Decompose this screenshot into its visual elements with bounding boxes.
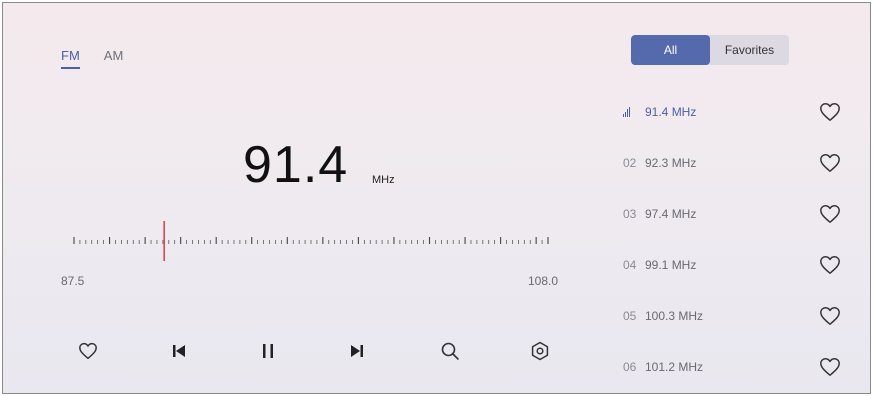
filter-favorites-button[interactable]: Favorites xyxy=(710,35,789,65)
previous-button[interactable] xyxy=(165,337,193,365)
next-button[interactable] xyxy=(343,337,371,365)
heart-icon[interactable] xyxy=(819,305,841,327)
search-button[interactable] xyxy=(436,337,464,365)
station-item[interactable]: 04 99.1 MHz xyxy=(623,250,843,280)
search-icon xyxy=(441,342,459,360)
heart-icon[interactable] xyxy=(819,203,841,225)
heart-icon xyxy=(79,342,97,360)
pause-button[interactable] xyxy=(254,337,282,365)
station-item[interactable]: 02 92.3 MHz xyxy=(623,148,843,178)
station-filter-toggle: All Favorites xyxy=(631,35,789,65)
station-frequency: 101.2 MHz xyxy=(645,360,704,374)
station-item[interactable]: 05 100.3 MHz xyxy=(623,301,843,331)
station-frequency: 97.4 MHz xyxy=(645,207,697,221)
station-frequency: 92.3 MHz xyxy=(645,156,697,170)
heart-icon[interactable] xyxy=(819,356,841,378)
station-index: 05 xyxy=(623,309,637,323)
scale-max-label: 108.0 xyxy=(528,274,559,288)
tab-fm[interactable]: FM xyxy=(61,48,80,69)
frequency-unit: MHz xyxy=(372,174,395,186)
station-index: 02 xyxy=(623,156,637,170)
station-index: 06 xyxy=(623,360,637,374)
now-playing-signal-icon xyxy=(623,107,645,117)
pause-icon xyxy=(263,344,273,358)
heart-icon[interactable] xyxy=(819,254,841,276)
scale-min-label: 87.5 xyxy=(61,274,85,288)
favorite-button[interactable] xyxy=(74,337,102,365)
filter-all-button[interactable]: All xyxy=(631,35,710,65)
station-item[interactable]: 91.4 MHz xyxy=(623,97,843,127)
settings-icon xyxy=(531,341,549,361)
heart-icon[interactable] xyxy=(819,152,841,174)
skip-next-icon xyxy=(351,345,363,357)
tuner-scale-ticks xyxy=(73,221,549,261)
tab-am[interactable]: AM xyxy=(104,48,124,69)
radio-app: FM AM 91.4 MHz 87.5 108.0 All Favorites … xyxy=(2,2,871,394)
station-frequency: 91.4 MHz xyxy=(645,105,697,119)
station-item[interactable]: 03 97.4 MHz xyxy=(623,199,843,229)
station-index: 04 xyxy=(623,258,637,272)
skip-previous-icon xyxy=(173,345,185,357)
settings-button[interactable] xyxy=(526,337,554,365)
frequency-display: 91.4 xyxy=(243,136,349,194)
tuner-scale[interactable] xyxy=(73,221,549,265)
station-index: 03 xyxy=(623,207,637,221)
heart-icon[interactable] xyxy=(819,101,841,123)
station-item[interactable]: 06 101.2 MHz xyxy=(623,352,843,382)
station-frequency: 100.3 MHz xyxy=(645,309,704,323)
station-frequency: 99.1 MHz xyxy=(645,258,697,272)
band-tabs: FM AM xyxy=(61,48,123,69)
